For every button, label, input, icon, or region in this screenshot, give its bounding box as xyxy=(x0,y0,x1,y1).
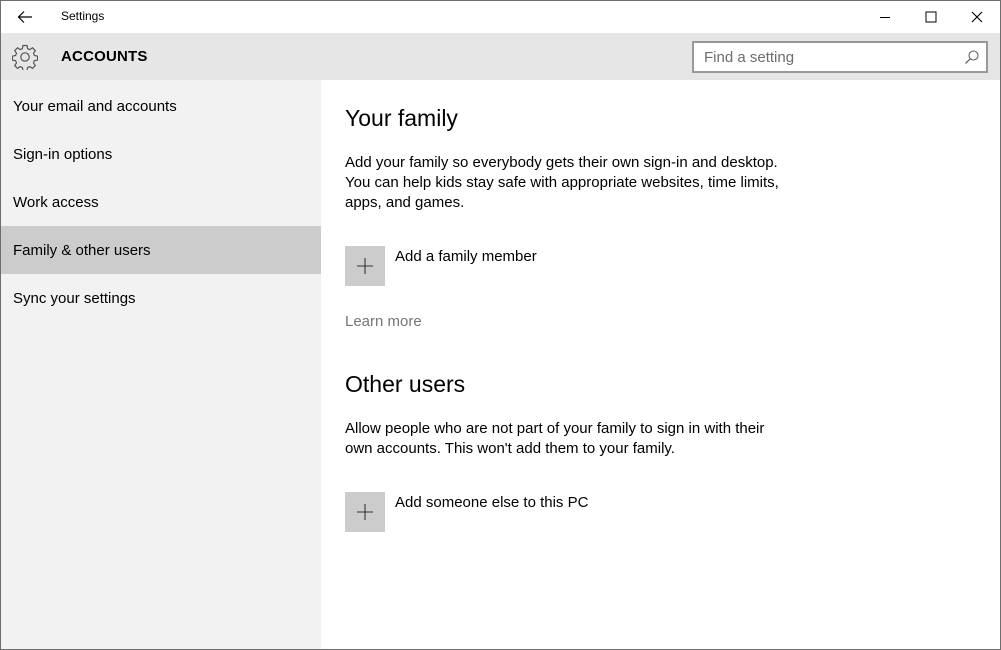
main-content: Your family Add your family so everybody… xyxy=(321,80,1000,649)
plus-icon xyxy=(357,258,373,274)
sidebar-item-work-access[interactable]: Work access xyxy=(1,178,321,226)
maximize-icon xyxy=(925,11,937,23)
other-users-description: Allow people who are not part of your fa… xyxy=(345,420,765,457)
search-icon[interactable] xyxy=(964,49,980,65)
sidebar-item-label: Sync your settings xyxy=(13,289,136,307)
sidebar-item-label: Your email and accounts xyxy=(13,97,177,115)
search-box[interactable] xyxy=(692,41,988,73)
sidebar-item-label: Sign-in options xyxy=(13,145,113,163)
add-someone-else-label: Add someone else to this PC xyxy=(395,494,589,511)
gear-icon xyxy=(12,44,38,70)
sidebar-item-email-accounts[interactable]: Your email and accounts xyxy=(1,82,321,130)
back-button[interactable] xyxy=(9,3,41,31)
sidebar-item-label: Work access xyxy=(13,193,99,211)
sidebar-item-label: Family & other users xyxy=(13,241,151,259)
header-band: ACCOUNTS xyxy=(1,33,1000,80)
close-button[interactable] xyxy=(954,1,1000,33)
sidebar: Your email and accounts Sign-in options … xyxy=(1,80,321,649)
close-icon xyxy=(971,11,983,23)
family-heading: Your family xyxy=(345,105,458,131)
window-title: Settings xyxy=(61,9,105,23)
minimize-icon xyxy=(880,17,890,18)
plus-tile[interactable] xyxy=(345,246,385,286)
sidebar-item-sync-settings[interactable]: Sync your settings xyxy=(1,274,321,322)
sidebar-item-sign-in-options[interactable]: Sign-in options xyxy=(1,130,321,178)
sidebar-item-family-other-users[interactable]: Family & other users xyxy=(1,226,321,274)
minimize-button[interactable] xyxy=(862,1,908,33)
search-input[interactable] xyxy=(694,43,964,71)
other-users-heading: Other users xyxy=(345,371,466,397)
learn-more-link[interactable]: Learn more xyxy=(345,313,422,330)
back-arrow-icon xyxy=(17,11,32,23)
add-family-member-label: Add a family member xyxy=(395,248,537,265)
title-bar: Settings xyxy=(1,1,1000,33)
plus-tile[interactable] xyxy=(345,492,385,532)
family-description: Add your family so everybody gets their … xyxy=(345,154,779,211)
plus-icon xyxy=(357,504,373,520)
settings-window: Settings ACCOUNTS Find a setting Your em… xyxy=(0,0,1001,650)
section-title: ACCOUNTS xyxy=(61,48,148,65)
maximize-button[interactable] xyxy=(908,1,954,33)
